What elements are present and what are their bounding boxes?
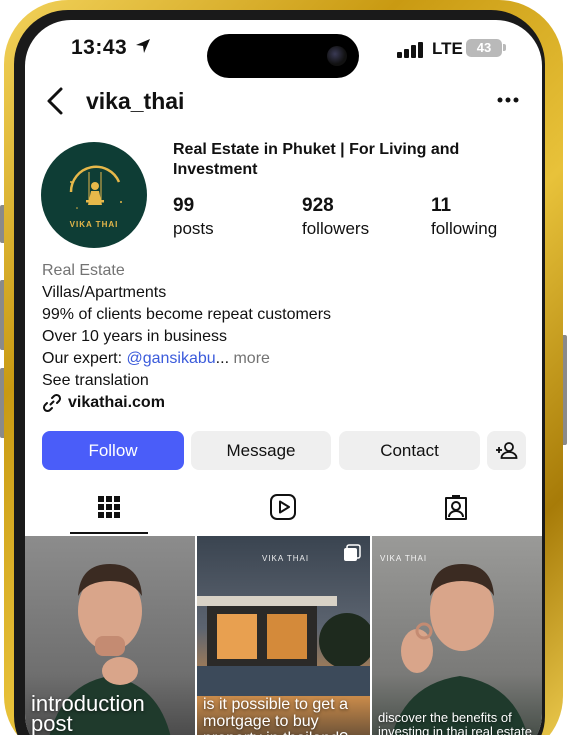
post-brand-logo: VIKA THAI — [380, 554, 428, 563]
contact-button[interactable]: Contact — [339, 431, 480, 470]
post-caption: is it possible to get a mortgage to buy … — [203, 696, 348, 735]
bio-more-link[interactable]: more — [229, 350, 269, 367]
active-tab-indicator — [70, 532, 148, 534]
bio-line: Over 10 years in business — [42, 328, 227, 345]
stat-posts-label: posts — [173, 219, 214, 238]
more-options-icon[interactable] — [495, 90, 521, 110]
profile-header: vika_thai — [25, 80, 542, 122]
website-link[interactable]: vikathai.com — [42, 392, 522, 414]
add-person-icon — [496, 442, 518, 459]
battery-cap — [503, 44, 506, 51]
profile-username: vika_thai — [86, 88, 185, 114]
grid-icon[interactable] — [94, 492, 124, 522]
bio-expert-line: Our expert: @gansikabu... more — [42, 348, 522, 370]
stat-posts[interactable]: 99 posts — [173, 195, 214, 239]
battery-icon: 43 — [466, 39, 502, 57]
stat-following[interactable]: 11 following — [431, 195, 497, 239]
bio-line: 99% of clients become repeat customers — [42, 306, 332, 323]
stat-following-label: following — [431, 219, 498, 238]
stat-followers[interactable]: 928 followers — [302, 195, 369, 239]
battery-level: 43 — [476, 40, 492, 55]
post-caption: discover the benefits of investing in th… — [378, 710, 532, 735]
avatar[interactable]: VIKA THAI — [41, 142, 147, 248]
tagged-icon[interactable] — [441, 492, 471, 522]
stat-following-count: 11 — [431, 195, 452, 216]
status-time: 13:43 — [71, 36, 128, 59]
stat-followers-count: 928 — [302, 195, 334, 216]
bio-category: Real Estate — [42, 262, 125, 279]
post-tile[interactable]: introduction post — [25, 536, 195, 735]
see-translation-link[interactable]: See translation — [42, 370, 522, 392]
website-url: vikathai.com — [68, 394, 165, 411]
bio-mention-link[interactable]: @gansikabu — [126, 350, 215, 367]
profile-bio: Real Estate Villas/Apartments 99% of cli… — [42, 260, 522, 414]
post-tile[interactable]: VIKA THAI discover the benefits of inves… — [372, 536, 542, 735]
post-caption: introduction post — [31, 691, 145, 735]
network-type: LTE — [432, 39, 463, 58]
stat-posts-count: 99 — [173, 195, 195, 216]
swing-girl-logo-icon — [69, 165, 122, 209]
message-button[interactable]: Message — [191, 431, 331, 470]
back-chevron-icon[interactable] — [43, 86, 69, 116]
follow-button[interactable]: Follow — [42, 431, 184, 470]
post-brand-logo: VIKA THAI — [262, 554, 310, 563]
post-photo — [392, 564, 528, 735]
profile-tabs — [25, 484, 542, 536]
camera-icon — [327, 46, 347, 66]
bio-expert-prefix: Our expert: — [42, 350, 127, 367]
multiple-posts-icon — [344, 544, 361, 561]
stat-followers-label: followers — [302, 219, 370, 238]
bio-line: Villas/Apartments — [42, 284, 167, 301]
cellular-signal-icon — [397, 42, 423, 58]
profile-display-name: Real Estate in Phuket | For Living and I… — [173, 141, 460, 178]
location-arrow-icon — [136, 39, 150, 53]
bio-ellipsis: ... — [215, 350, 230, 367]
phone-screen: 13:43 LTE 43 vika_thai VIKA THAI Real Es… — [25, 20, 542, 735]
suggest-users-button[interactable] — [487, 431, 526, 470]
link-icon — [42, 393, 62, 413]
status-bar: 13:43 LTE 43 — [25, 20, 542, 78]
avatar-brand-text: VIKA THAI — [69, 220, 119, 229]
post-tile[interactable]: VIKA THAI is it possible to get a mortga… — [197, 536, 370, 735]
reels-icon[interactable] — [268, 492, 298, 522]
dynamic-island — [207, 34, 359, 78]
